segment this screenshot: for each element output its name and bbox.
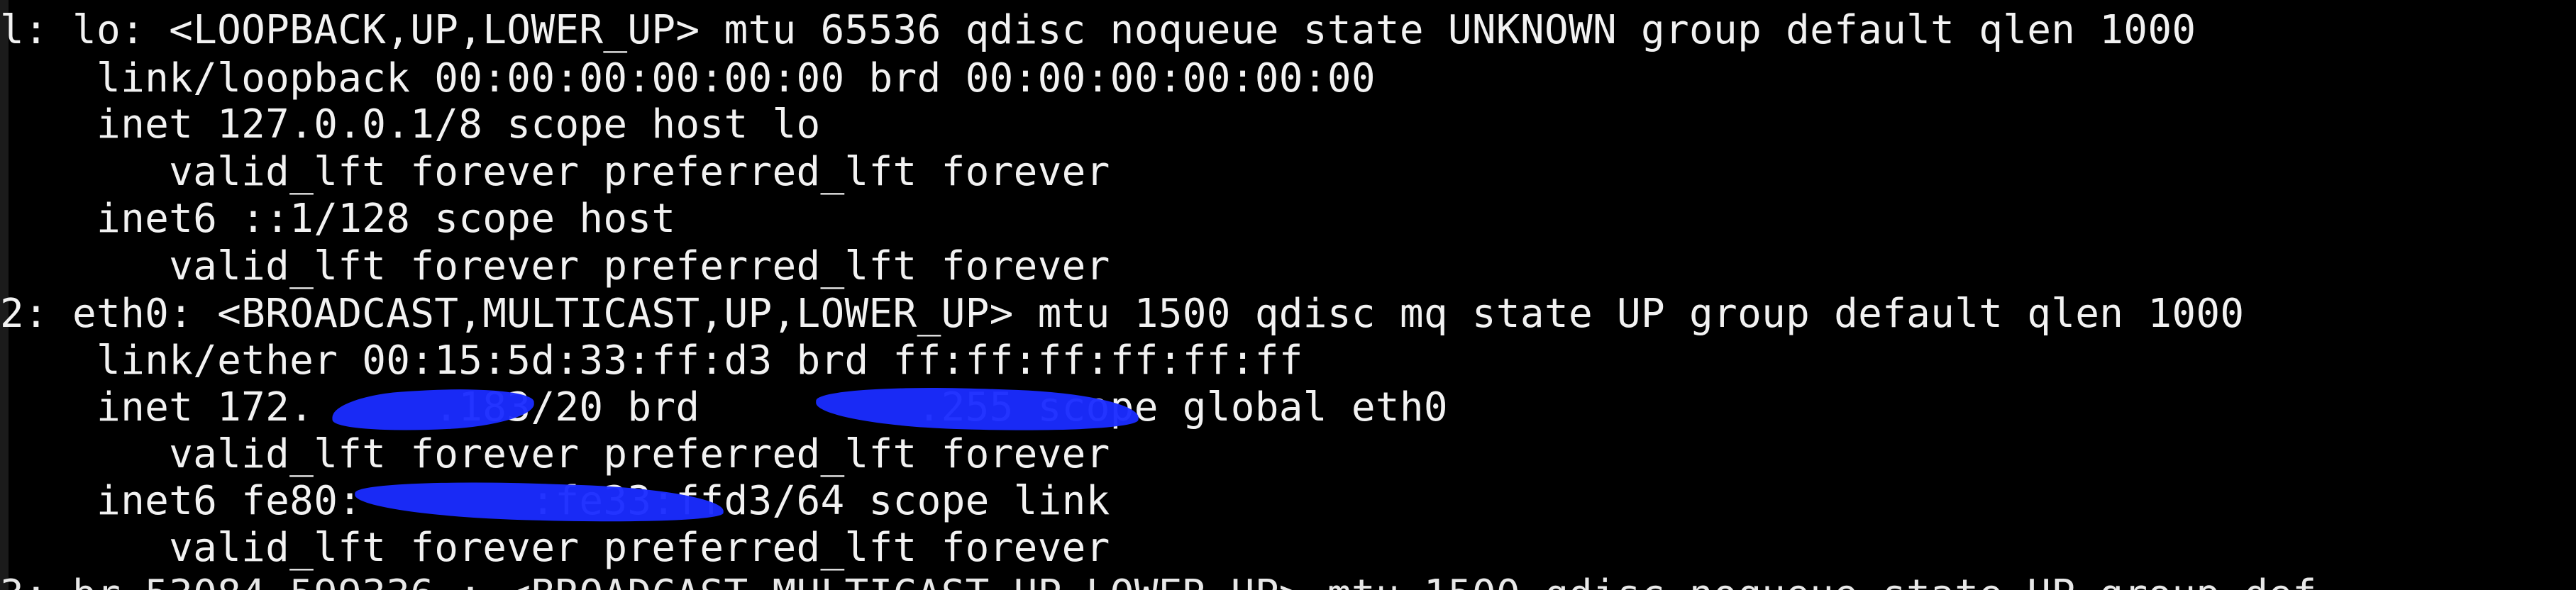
output-line-partial: 3: br-53084 599336 : <BROADCAST,MULTICAS… [0,572,2316,590]
terminal-window[interactable]: l: lo: <LOOPBACK,UP,LOWER_UP> mtu 65536 … [0,0,2576,590]
output-line: inet 127.0.0.1/8 scope host lo [0,101,821,148]
output-line: l: lo: <LOOPBACK,UP,LOWER_UP> mtu 65536 … [0,7,2196,53]
output-line: valid_lft forever preferred_lft forever [0,431,1110,477]
output-line: valid_lft forever preferred_lft forever [0,525,1110,571]
output-line: 2: eth0: <BROADCAST,MULTICAST,UP,LOWER_U… [0,291,2245,337]
output-line: inet 172. .183/20 brd .255 scope global … [0,384,1448,430]
output-line: inet6 ::1/128 scope host [0,196,676,242]
output-line: link/ether 00:15:5d:33:ff:d3 brd ff:ff:f… [0,338,1303,384]
output-line: link/loopback 00:00:00:00:00:00 brd 00:0… [0,55,1376,101]
output-line: valid_lft forever preferred_lft forever [0,149,1110,195]
output-line: valid_lft forever preferred_lft forever [0,243,1110,289]
